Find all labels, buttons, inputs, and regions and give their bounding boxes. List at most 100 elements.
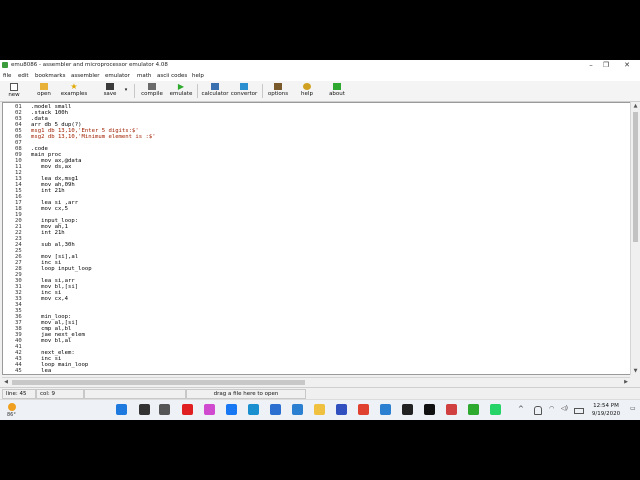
battery-icon[interactable] bbox=[574, 408, 584, 414]
menu-help[interactable]: help bbox=[192, 73, 204, 79]
windows-taskbar: 86° ^ ◠ ◁) 12:54 PM 9/19/2020 ▭ bbox=[0, 399, 640, 420]
compile-button-label: compile bbox=[141, 91, 163, 97]
convertor-button-label: convertor bbox=[230, 91, 258, 97]
examples-button-label: examples bbox=[60, 91, 88, 97]
compile-button[interactable]: compile bbox=[140, 82, 164, 100]
horizontal-scrollbar[interactable]: ◀ ▶ bbox=[2, 377, 630, 386]
wifi-icon[interactable]: ◠ bbox=[549, 405, 554, 412]
code-line[interactable]: 45 lea bbox=[3, 368, 623, 374]
capcut-icon[interactable] bbox=[424, 404, 435, 415]
weather-widget[interactable]: 86° bbox=[3, 402, 21, 418]
app-icon[interactable] bbox=[336, 404, 347, 415]
system-clock[interactable]: 12:54 PM 9/19/2020 bbox=[584, 402, 628, 418]
status-bar: line: 45 col: 9 drag a file here to open bbox=[0, 387, 640, 399]
menu-ascii-codes[interactable]: ascii codes bbox=[157, 73, 187, 79]
calculator-button[interactable]: calculator bbox=[201, 82, 229, 100]
new-file-icon bbox=[10, 83, 18, 91]
notification-icon[interactable]: ▭ bbox=[630, 405, 636, 412]
maximize-button[interactable]: ❐ bbox=[599, 61, 613, 70]
app-dark-icon[interactable] bbox=[402, 404, 413, 415]
snip-icon[interactable] bbox=[446, 404, 457, 415]
title-bar: emu8086 - assembler and microprocessor e… bbox=[0, 60, 640, 71]
toolbar-separator bbox=[134, 84, 135, 98]
menu-bookmarks[interactable]: bookmarks bbox=[35, 73, 65, 79]
volume-icon[interactable]: ◁) bbox=[561, 405, 568, 412]
sun-icon bbox=[8, 403, 16, 411]
whatsapp-icon[interactable] bbox=[490, 404, 501, 415]
image-app-icon[interactable] bbox=[380, 404, 391, 415]
compile-icon bbox=[148, 83, 156, 90]
scroll-left-icon[interactable]: ◀ bbox=[2, 378, 10, 386]
file-explorer-icon[interactable] bbox=[314, 404, 325, 415]
convertor-button[interactable]: convertor bbox=[230, 82, 258, 100]
app-icon bbox=[2, 62, 8, 68]
minimize-button[interactable]: – bbox=[584, 61, 598, 70]
store-icon[interactable] bbox=[292, 404, 303, 415]
emulate-button-label: emulate bbox=[169, 91, 193, 97]
menu-emulator[interactable]: emulator bbox=[105, 73, 130, 79]
weather-temp: 86° bbox=[7, 412, 16, 418]
clock-date: 9/19/2020 bbox=[591, 411, 621, 417]
new-button[interactable]: new bbox=[6, 82, 22, 100]
windows-start-icon[interactable] bbox=[116, 404, 127, 415]
toolbar: new open ★ examples save ▾ compile ▶ emu… bbox=[0, 81, 640, 102]
options-button-label: options bbox=[267, 91, 289, 97]
options-button[interactable]: options bbox=[266, 82, 290, 100]
calculator-button-label: calculator bbox=[201, 91, 229, 97]
column-indicator: col: 9 bbox=[36, 389, 84, 399]
toolbar-separator bbox=[197, 84, 198, 98]
convertor-icon bbox=[240, 83, 248, 90]
edge-icon[interactable] bbox=[248, 404, 259, 415]
save-button[interactable]: save bbox=[102, 82, 118, 100]
about-button-label: about bbox=[329, 91, 345, 97]
play-icon: ▶ bbox=[177, 82, 185, 91]
open-button-label: open bbox=[37, 91, 51, 97]
open-folder-icon bbox=[40, 83, 48, 90]
menu-assembler[interactable]: assembler bbox=[71, 73, 100, 79]
status-empty bbox=[84, 389, 186, 399]
emu8086-window: emu8086 - assembler and microprocessor e… bbox=[0, 60, 640, 399]
horizontal-scroll-thumb[interactable] bbox=[12, 380, 305, 385]
code-text: lea bbox=[31, 368, 52, 374]
options-icon bbox=[274, 83, 282, 90]
menu-math[interactable]: math bbox=[137, 73, 151, 79]
window-title: emu8086 - assembler and microprocessor e… bbox=[11, 62, 168, 68]
toolbar-separator bbox=[262, 84, 263, 98]
save-disk-icon bbox=[106, 83, 114, 90]
task-view-icon[interactable] bbox=[159, 404, 170, 415]
drop-file-hint: drag a file here to open bbox=[186, 389, 306, 399]
youtube-icon[interactable] bbox=[182, 404, 193, 415]
emu8086-icon[interactable] bbox=[468, 404, 479, 415]
menu-bar: file edit bookmarks assembler emulator m… bbox=[0, 71, 640, 81]
photos-icon[interactable] bbox=[204, 404, 215, 415]
search-icon[interactable] bbox=[139, 404, 150, 415]
open-button[interactable]: open bbox=[34, 82, 54, 100]
scroll-down-icon[interactable]: ▼ bbox=[631, 367, 640, 375]
save-button-label: save bbox=[103, 91, 117, 97]
facebook-icon[interactable] bbox=[226, 404, 237, 415]
vertical-scrollbar[interactable]: ▲ ▼ bbox=[630, 102, 640, 375]
clock-time: 12:54 PM bbox=[593, 403, 619, 409]
microphone-icon[interactable] bbox=[534, 406, 542, 415]
chevron-up-icon[interactable]: ^ bbox=[518, 405, 524, 413]
menu-edit[interactable]: edit bbox=[18, 73, 29, 79]
emulate-button[interactable]: ▶ emulate bbox=[169, 82, 193, 100]
code-editor[interactable]: 01 .model small 02 .stack 100h 03 .data 04 arr … bbox=[2, 102, 631, 375]
chrome-icon[interactable] bbox=[358, 404, 369, 415]
about-icon bbox=[333, 83, 341, 90]
line-indicator: line: 45 bbox=[2, 389, 36, 399]
about-button[interactable]: about bbox=[327, 82, 347, 100]
close-button[interactable]: ✕ bbox=[620, 61, 634, 70]
star-icon: ★ bbox=[70, 82, 78, 91]
help-button-label: help bbox=[301, 91, 313, 97]
scroll-up-icon[interactable]: ▲ bbox=[631, 102, 640, 110]
line-number: 45 bbox=[15, 368, 22, 374]
calculator-icon bbox=[211, 83, 219, 90]
vertical-scroll-thumb[interactable] bbox=[633, 112, 638, 242]
menu-file[interactable]: file bbox=[3, 73, 11, 79]
new-button-label: new bbox=[8, 92, 20, 98]
examples-button[interactable]: ★ examples bbox=[60, 82, 88, 100]
scroll-right-icon[interactable]: ▶ bbox=[622, 378, 630, 386]
mail-icon[interactable] bbox=[270, 404, 281, 415]
help-button[interactable]: help bbox=[299, 82, 315, 100]
